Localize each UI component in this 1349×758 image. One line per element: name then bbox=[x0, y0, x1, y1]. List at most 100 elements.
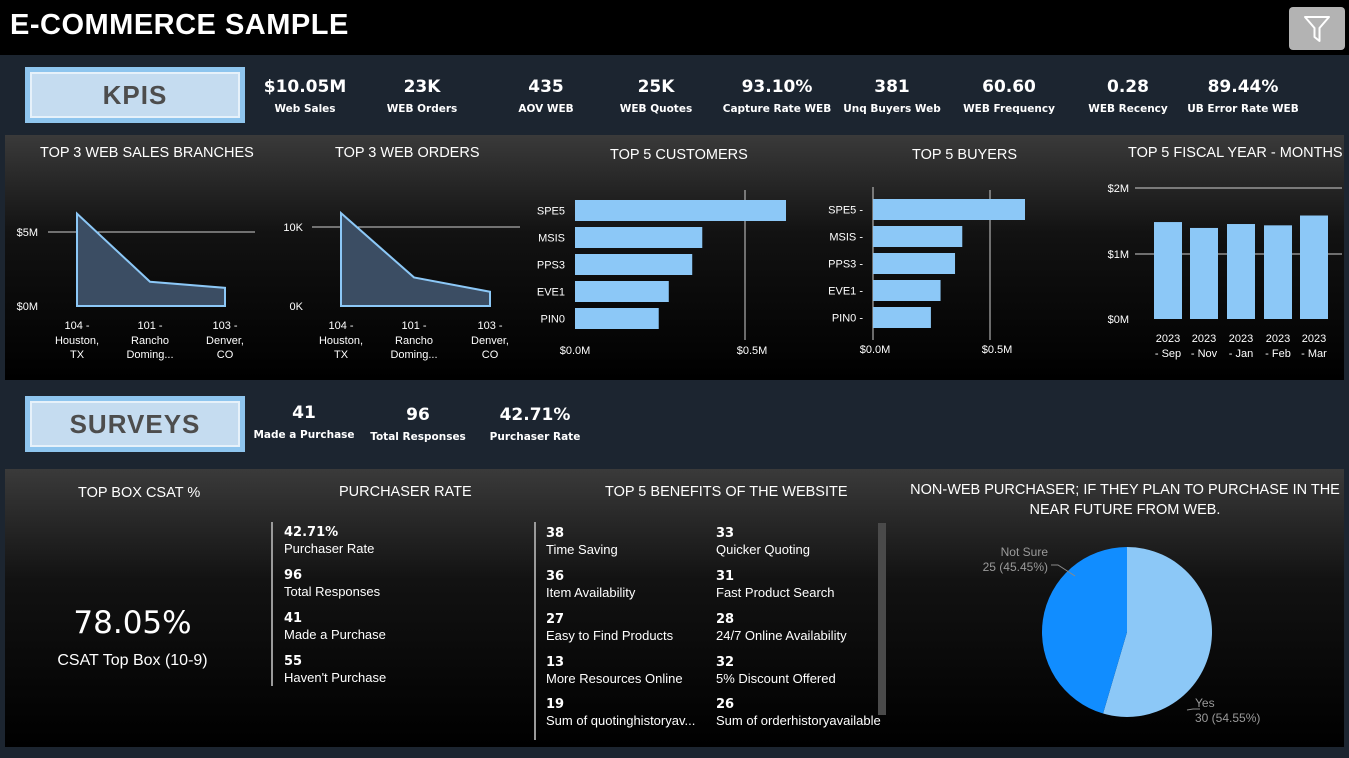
benefit-stat: 33 Quicker Quoting bbox=[716, 526, 810, 558]
surveys-band: SURVEYS 41 Made a Purchase 96 Total Respon… bbox=[5, 383, 1344, 469]
benefit-stat: 19 Sum of quotinghistoryav... bbox=[546, 697, 695, 729]
purchaser-divider bbox=[271, 522, 273, 686]
bar bbox=[873, 199, 1025, 220]
y-tick-label: EVE1 bbox=[537, 287, 565, 299]
bar bbox=[575, 200, 786, 221]
y-tick-label: PIN0 - bbox=[832, 313, 864, 325]
stat-value: 13 bbox=[546, 655, 565, 670]
y-tick-label: $0M bbox=[1108, 314, 1129, 326]
benefits-divider bbox=[534, 522, 536, 740]
stat-value: 26 bbox=[716, 697, 735, 712]
stat-label: Made a Purchase bbox=[284, 627, 386, 642]
x-tick-label: 2023 bbox=[1192, 333, 1216, 345]
y-tick-label: $0M bbox=[17, 301, 38, 313]
x-tick-label: Doming... bbox=[126, 349, 173, 361]
y-tick-label: EVE1 - bbox=[828, 286, 863, 298]
stat-value: 27 bbox=[546, 612, 565, 627]
benefit-stat: 27 Easy to Find Products bbox=[546, 612, 673, 644]
stat-value: 42.71% bbox=[284, 525, 339, 540]
x-tick-label: - Nov bbox=[1191, 348, 1218, 360]
benefit-stat: 28 24/7 Online Availability bbox=[716, 612, 847, 644]
bar bbox=[1154, 222, 1182, 319]
x-tick-label: Denver, bbox=[471, 335, 509, 347]
web-orders-area-chart[interactable]: 10K 0K 104 - Houston, TX 101 - Rancho Do… bbox=[283, 210, 520, 361]
x-tick-label: Rancho bbox=[131, 335, 169, 347]
bar bbox=[575, 281, 669, 302]
x-tick-label: 101 - bbox=[401, 320, 426, 332]
kpi-label: Purchaser Rate bbox=[489, 431, 581, 443]
stat-label: Easy to Find Products bbox=[546, 628, 674, 643]
x-tick-label: 2023 bbox=[1156, 333, 1180, 345]
stat-value: 41 bbox=[284, 611, 303, 626]
x-tick-label: TX bbox=[334, 349, 349, 361]
x-tick-label: - Jan bbox=[1229, 348, 1253, 360]
y-tick-label: SPE5 bbox=[537, 206, 565, 218]
fiscal-months-bar-chart[interactable]: $2M $1M $0M 2023 - Sep 2023 - Nov 2023 - Jan 2… bbox=[1108, 183, 1342, 360]
stat-label: Purchaser Rate bbox=[284, 541, 375, 556]
y-tick-label: MSIS bbox=[538, 233, 565, 245]
x-tick-label: Houston, bbox=[55, 335, 99, 347]
x-tick-label: 101 - bbox=[137, 320, 162, 332]
surveys-section-label: SURVEYS bbox=[25, 396, 245, 452]
stat-value: 36 bbox=[546, 569, 565, 584]
bar bbox=[1300, 215, 1328, 319]
x-tick-label: 2023 bbox=[1229, 333, 1253, 345]
y-tick-label: 0K bbox=[290, 301, 304, 313]
survey-made-purchase: 41 Made a Purchase bbox=[239, 403, 369, 441]
benefit-stat: 31 Fast Product Search bbox=[716, 569, 835, 601]
benefit-stat: 36 Item Availability bbox=[546, 569, 635, 601]
benefit-stat: 13 More Resources Online bbox=[546, 655, 683, 687]
stat-value: 32 bbox=[716, 655, 735, 670]
benefit-stat: 38 Time Saving bbox=[546, 526, 618, 558]
stat-label: Sum of orderhistoryavailable bbox=[716, 713, 881, 728]
purchaser-stat: 42.71% Purchaser Rate bbox=[284, 525, 374, 557]
x-tick-label: 104 - bbox=[328, 320, 353, 332]
bar bbox=[873, 280, 941, 301]
csat-label: CSAT Top Box (10-9) bbox=[57, 652, 208, 669]
y-tick-label: $1M bbox=[1108, 249, 1129, 261]
stat-label: Time Saving bbox=[546, 542, 618, 557]
pie-label-yes: Yes bbox=[1195, 696, 1215, 710]
stat-label: Fast Product Search bbox=[716, 585, 835, 600]
x-tick-label: $0.5M bbox=[982, 344, 1013, 356]
web-sales-area-chart[interactable]: $5M $0M 104 - Houston, TX 101 - Rancho D… bbox=[17, 211, 255, 361]
x-tick-label: - Feb bbox=[1265, 348, 1291, 360]
x-tick-label: CO bbox=[482, 349, 499, 361]
area-series bbox=[76, 211, 226, 307]
benefits-scrollbar[interactable] bbox=[878, 523, 886, 715]
stat-value: 96 bbox=[284, 568, 303, 583]
survey-purchaser-rate: 42.71% Purchaser Rate bbox=[470, 405, 600, 443]
x-tick-label: 103 - bbox=[477, 320, 502, 332]
pie-value-not-sure: 25 (45.45%) bbox=[983, 560, 1048, 574]
kpi-value: 42.71% bbox=[499, 405, 571, 425]
nonweb-pie-chart[interactable]: Not Sure 25 (45.45%) Yes 30 (54.55%) bbox=[900, 520, 1345, 750]
kpi-label: Total Responses bbox=[370, 431, 466, 443]
customers-bar-chart[interactable]: $0.0M $0.5M SPE5 MSIS PPS3 EVE1 PIN0 bbox=[537, 190, 786, 357]
bar bbox=[1264, 225, 1292, 319]
purchaser-rate-title: PURCHASER RATE bbox=[339, 484, 472, 500]
csat-title: TOP BOX CSAT % bbox=[78, 485, 201, 501]
bar bbox=[575, 308, 659, 329]
y-tick-label: PIN0 bbox=[541, 314, 565, 326]
bar bbox=[575, 254, 693, 275]
pie-value-yes: 30 (54.55%) bbox=[1195, 711, 1260, 725]
x-tick-label: - Sep bbox=[1155, 348, 1181, 360]
x-tick-label: 103 - bbox=[212, 320, 237, 332]
bar bbox=[873, 226, 963, 247]
stat-value: 55 bbox=[284, 654, 303, 669]
stat-label: Haven't Purchase bbox=[284, 670, 387, 685]
x-tick-label: Rancho bbox=[395, 335, 433, 347]
stat-label: Total Responses bbox=[284, 584, 381, 599]
y-tick-label: SPE5 - bbox=[828, 205, 863, 217]
stat-label: 24/7 Online Availability bbox=[716, 628, 847, 643]
bar bbox=[575, 227, 703, 248]
x-tick-label: TX bbox=[70, 349, 85, 361]
csat-value: 78.05% bbox=[73, 605, 192, 641]
purchaser-stat: 41 Made a Purchase bbox=[284, 611, 386, 643]
kpi-value: 41 bbox=[292, 403, 316, 423]
stat-label: More Resources Online bbox=[546, 671, 683, 686]
buyers-bar-chart[interactable]: $0.0M $0.5M SPE5 - MSIS - PPS3 - EVE1 - PIN0… bbox=[828, 187, 1025, 356]
bar bbox=[1190, 227, 1218, 319]
stat-label: Sum of quotinghistoryav... bbox=[546, 713, 696, 728]
benefit-stat: 32 5% Discount Offered bbox=[716, 655, 836, 687]
